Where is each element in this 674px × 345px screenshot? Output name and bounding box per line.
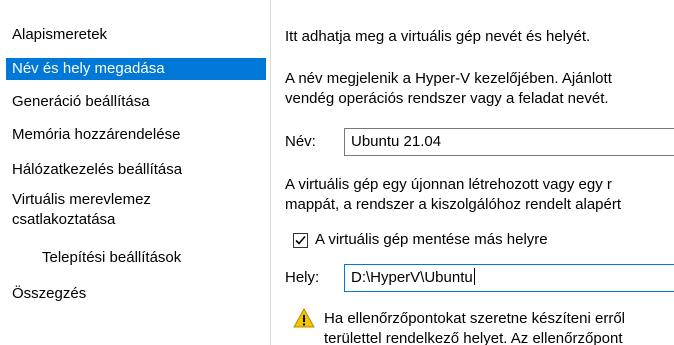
warning-line-1: Ha ellenőrzőpontokat szeretne készíteni … xyxy=(324,310,625,327)
step-label: Generáció beállítása xyxy=(12,93,150,110)
step-label: Hálózatkezelés beállítása xyxy=(12,161,183,178)
checkmark-icon xyxy=(295,235,306,245)
warning-line-2: területtel rendelkező helyet. Az ellenőr… xyxy=(324,330,623,345)
step-memory[interactable]: Memória hozzárendelése xyxy=(6,125,266,145)
description-line-2: vendég operációs rendszer vagy a feladat… xyxy=(285,90,609,107)
step-label-continued: csatlakoztatása xyxy=(12,211,116,228)
location-input-value: D:\HyperV\Ubuntu xyxy=(351,269,473,286)
warning-icon xyxy=(293,308,315,328)
step-installation-options[interactable]: Telepítési beállítások xyxy=(6,248,266,268)
step-label: Virtuális merevlemez xyxy=(12,191,151,208)
step-summary[interactable]: Összegzés xyxy=(6,284,266,304)
step-label: Telepítési beállítások xyxy=(42,249,182,266)
new-vm-wizard: Alapismeretek Név és hely megadása Gener… xyxy=(0,0,674,345)
step-virtual-hard-disk[interactable]: Virtuális merevlemez csatlakoztatása xyxy=(6,190,266,230)
folder-text-line-1: A virtuális gép egy újonnan létrehozott … xyxy=(285,176,612,193)
step-label: Memória hozzárendelése xyxy=(12,126,181,143)
store-elsewhere-label[interactable]: A virtuális gép mentése más helyre xyxy=(315,230,548,250)
step-label: Név és hely megadása xyxy=(12,60,165,77)
name-input[interactable]: Ubuntu 21.04 xyxy=(344,128,674,156)
store-elsewhere-checkbox[interactable] xyxy=(293,233,308,248)
name-input-value: Ubuntu 21.04 xyxy=(351,133,442,150)
description-line-1: A név megjelenik a Hyper-V kezelőjében. … xyxy=(285,70,612,87)
name-label: Név: xyxy=(285,133,316,150)
step-label: Alapismeretek xyxy=(12,26,108,43)
step-name-location[interactable]: Név és hely megadása xyxy=(6,58,266,80)
text-caret xyxy=(473,268,475,285)
step-label: Összegzés xyxy=(12,285,87,302)
folder-text-line-2: mappát, a rendszer a kiszolgálóhoz rende… xyxy=(285,196,622,213)
location-input[interactable]: D:\HyperV\Ubuntu xyxy=(344,264,674,292)
step-generation[interactable]: Generáció beállítása xyxy=(6,92,266,112)
intro-text: Itt adhatja meg a virtuális gép nevét és… xyxy=(285,28,591,45)
step-basics[interactable]: Alapismeretek xyxy=(6,25,266,45)
step-networking[interactable]: Hálózatkezelés beállítása xyxy=(6,160,266,180)
location-label: Hely: xyxy=(285,269,320,286)
name-location-pane: Itt adhatja meg a virtuális gép nevét és… xyxy=(271,0,674,345)
wizard-step-list: Alapismeretek Név és hely megadása Gener… xyxy=(0,0,270,345)
